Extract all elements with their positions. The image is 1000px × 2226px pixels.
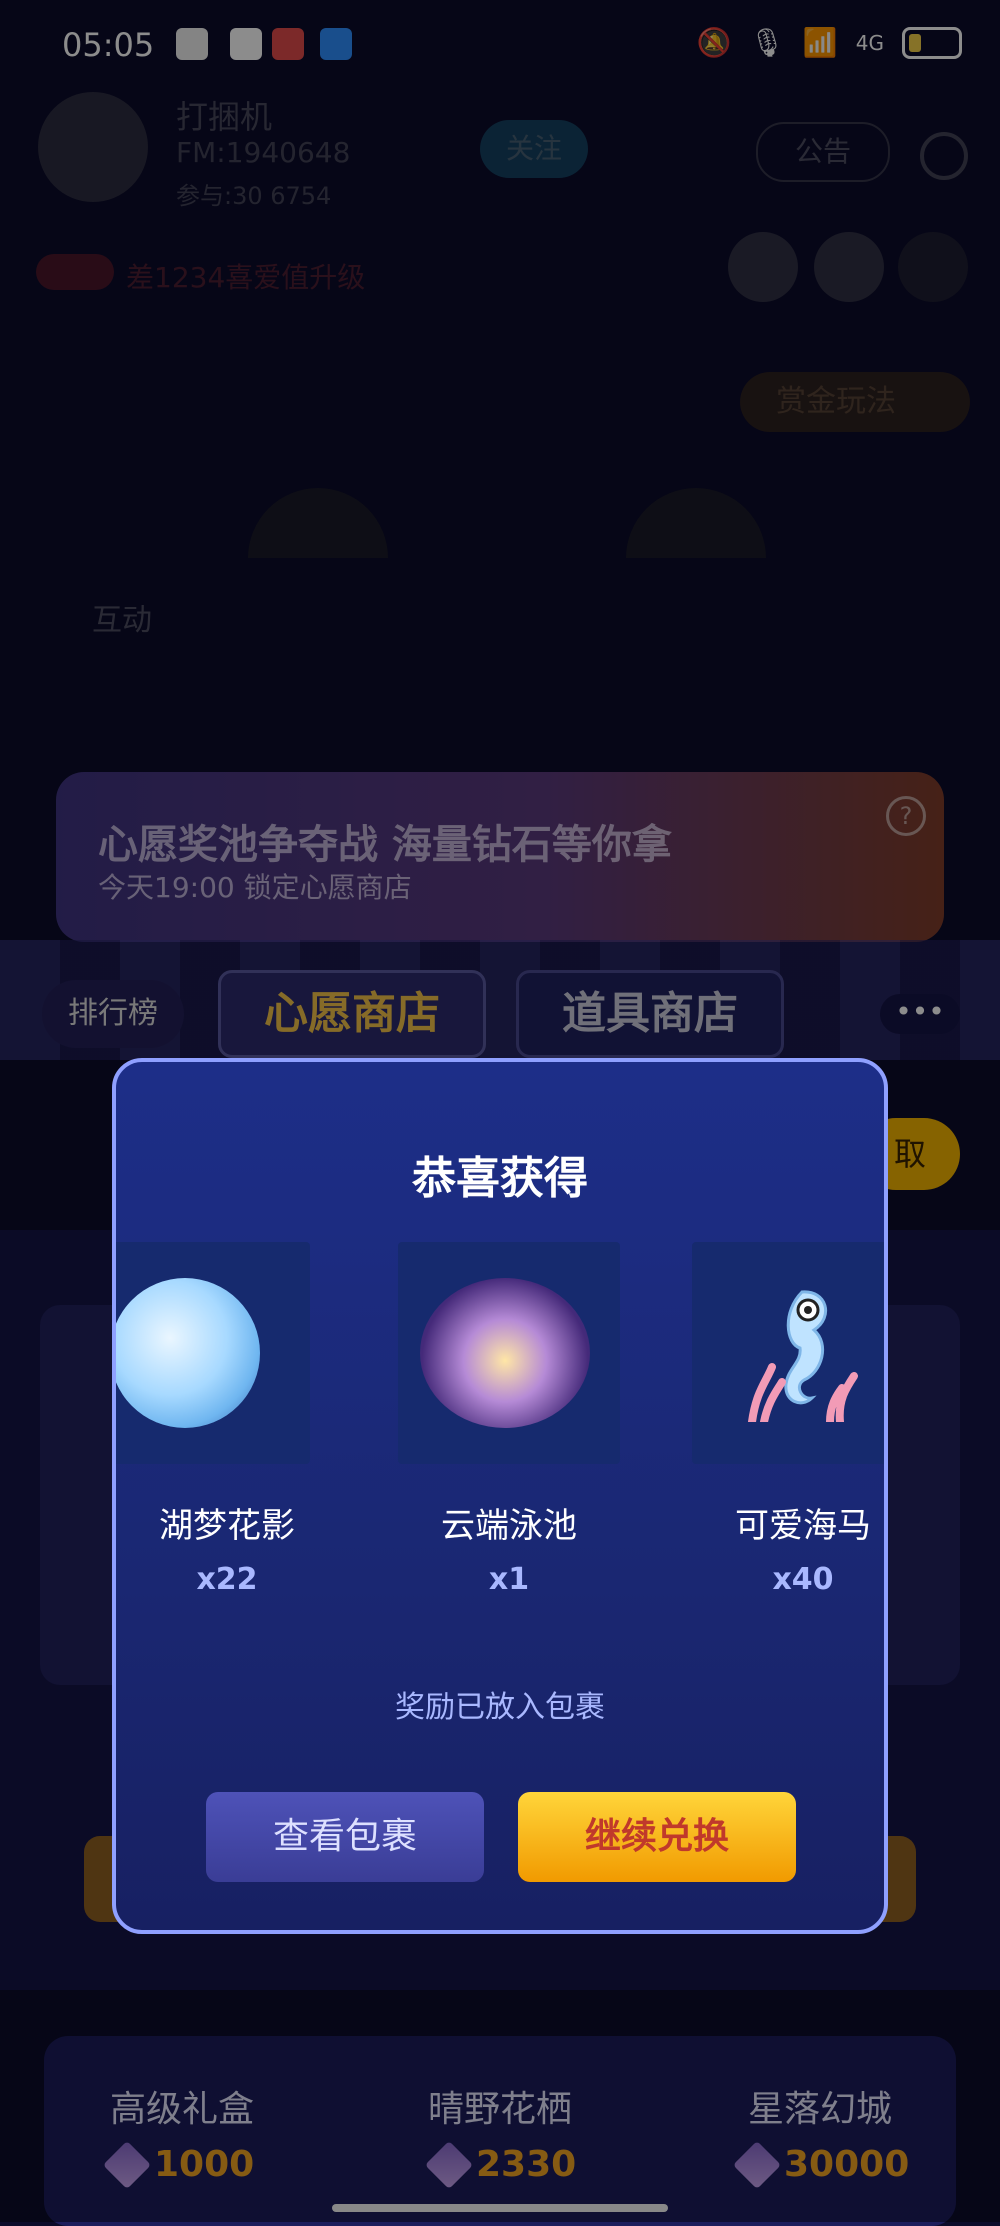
reward-modal: 恭喜获得 湖梦花影 x22 云端泳池 x1 可爱海马 x40 奖励已放入包裹 查… bbox=[112, 1058, 888, 1934]
continue-exchange-button[interactable]: 继续兑换 bbox=[518, 1792, 796, 1882]
flower-image bbox=[116, 1278, 260, 1428]
reward-quantity: x40 bbox=[772, 1562, 834, 1597]
couple-image bbox=[420, 1278, 590, 1428]
reward-notice: 奖励已放入包裹 bbox=[395, 1690, 605, 1725]
modal-title: 恭喜获得 bbox=[412, 1153, 588, 1204]
reward-quantity: x1 bbox=[488, 1562, 530, 1597]
seahorse-image bbox=[748, 1290, 858, 1422]
reward-card bbox=[116, 1242, 310, 1464]
reward-name: 湖梦花影 bbox=[159, 1506, 295, 1546]
home-indicator[interactable] bbox=[332, 2204, 668, 2212]
reward-quantity: x22 bbox=[196, 1562, 258, 1597]
reward-card bbox=[398, 1242, 620, 1464]
view-bag-button[interactable]: 查看包裹 bbox=[206, 1792, 484, 1882]
reward-name: 云端泳池 bbox=[441, 1506, 577, 1546]
reward-name: 可爱海马 bbox=[735, 1506, 871, 1546]
reward-card bbox=[692, 1242, 884, 1464]
